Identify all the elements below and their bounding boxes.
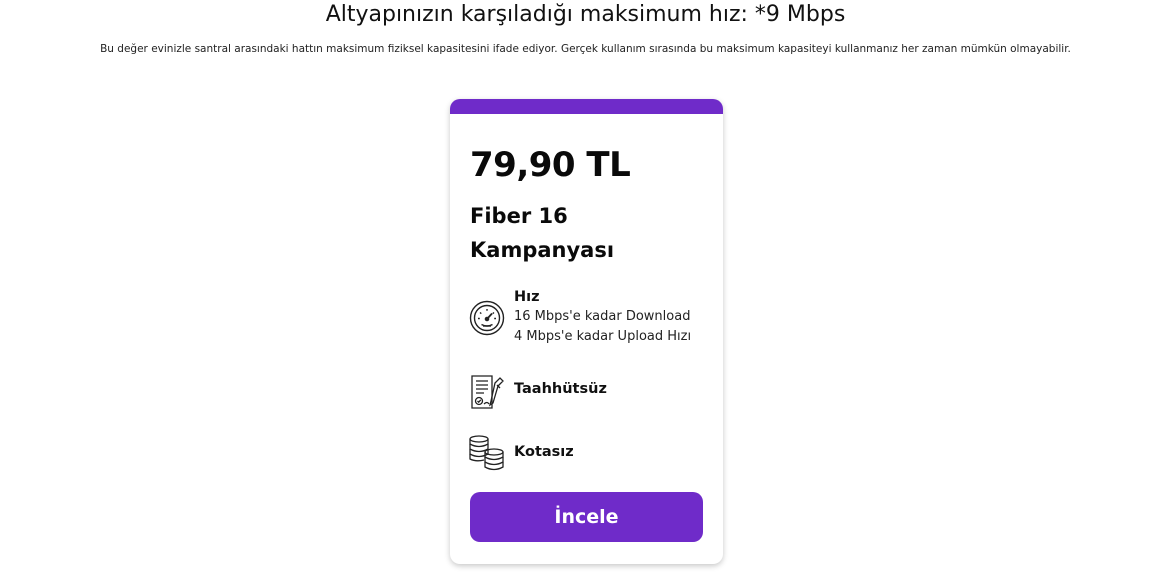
feature-speed-text: Hız 16 Mbps'e kadar Download 4 Mbps'e ka… bbox=[514, 287, 714, 347]
feature-no-commitment-text: Taahhütsüz bbox=[514, 379, 714, 399]
coin-stack-icon bbox=[468, 434, 506, 472]
feature-unlimited-title: Kotasız bbox=[514, 444, 574, 460]
feature-no-commitment: Taahhütsüz bbox=[468, 371, 708, 411]
feature-no-commitment-title: Taahhütsüz bbox=[514, 381, 607, 397]
plan-price: 79,90 TL bbox=[470, 145, 631, 185]
plan-card: 79,90 TL Fiber 16 Kampanyası Hız 16 Mbps… bbox=[450, 99, 723, 564]
page: Altyapınızın karşıladığı maksimum hız: *… bbox=[0, 0, 1171, 578]
speedometer-icon bbox=[468, 299, 506, 337]
page-description: Bu değer evinizle santral arasındaki hat… bbox=[100, 43, 1071, 55]
contract-document-icon bbox=[468, 373, 506, 411]
page-title: Altyapınızın karşıladığı maksimum hız: *… bbox=[325, 2, 846, 27]
feature-speed-title: Hız bbox=[514, 289, 540, 305]
plan-name: Fiber 16 Kampanyası bbox=[470, 204, 615, 262]
feature-speed-download: 16 Mbps'e kadar Download bbox=[514, 309, 691, 324]
feature-speed-upload: 4 Mbps'e kadar Upload Hızı bbox=[514, 329, 692, 344]
card-accent-bar bbox=[450, 99, 723, 114]
feature-unlimited: Kotasız bbox=[468, 434, 708, 474]
incele-button[interactable]: İncele bbox=[470, 492, 703, 542]
feature-unlimited-text: Kotasız bbox=[514, 442, 714, 462]
feature-speed: Hız 16 Mbps'e kadar Download 4 Mbps'e ka… bbox=[468, 287, 708, 351]
